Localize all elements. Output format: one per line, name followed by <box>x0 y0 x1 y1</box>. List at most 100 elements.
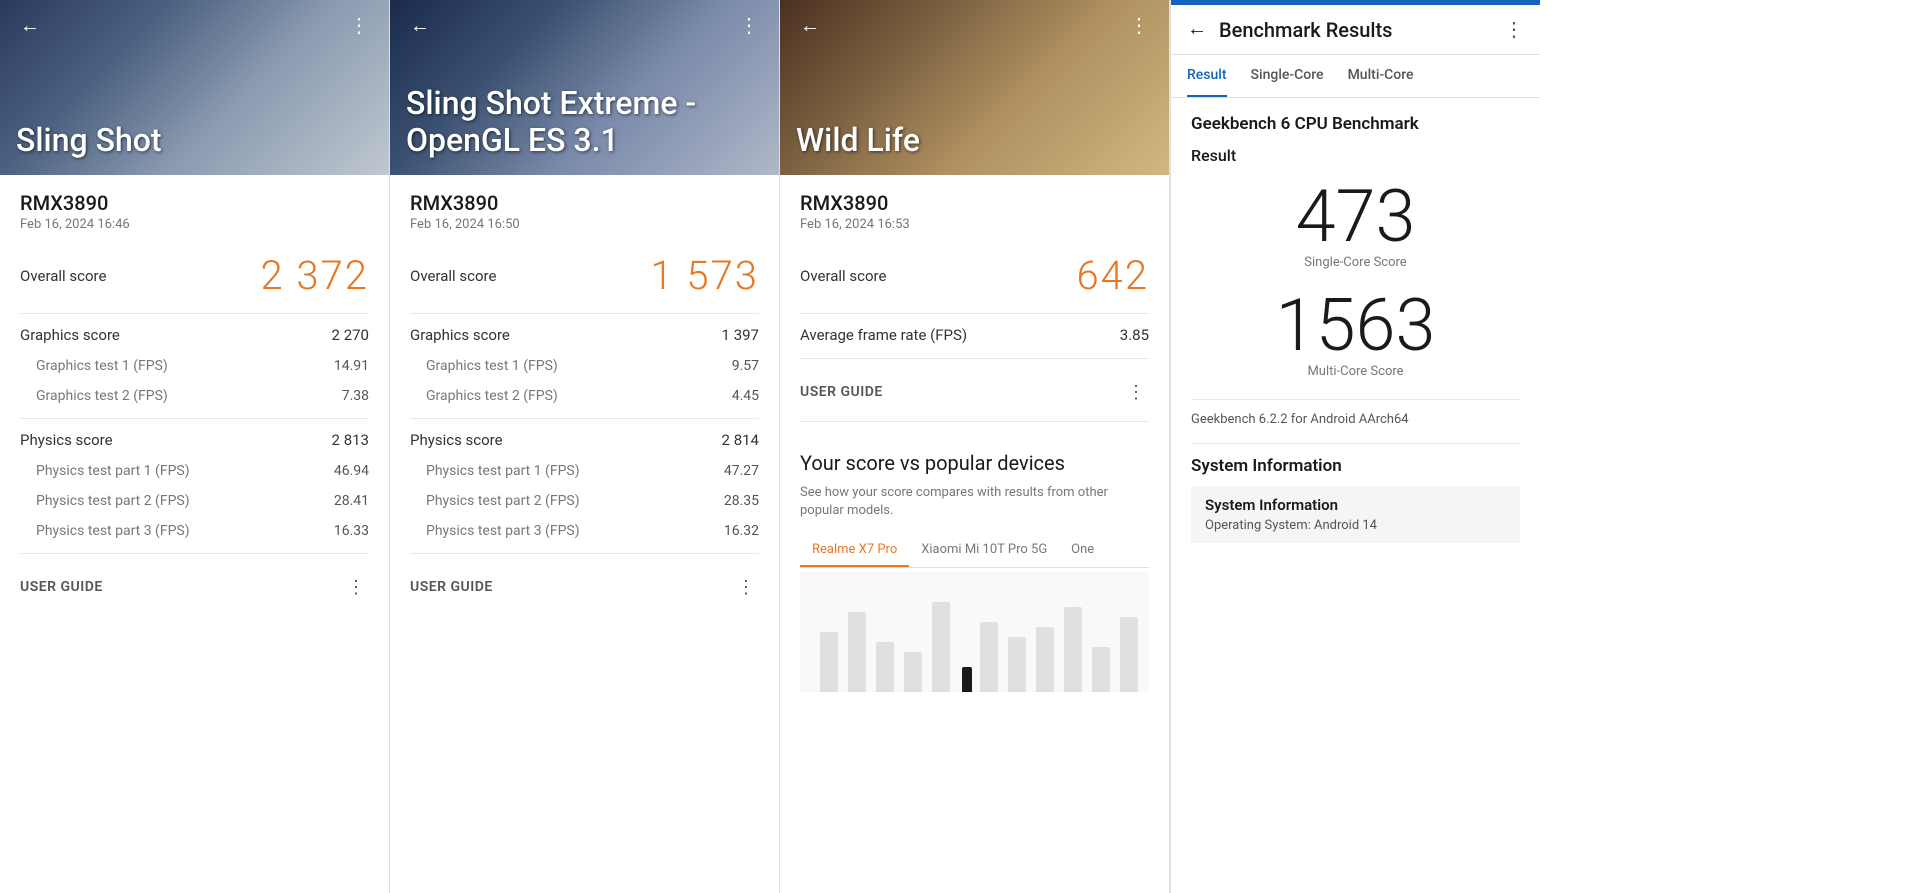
user-guide-label-1[interactable]: USER GUIDE <box>20 579 103 595</box>
pt2-value-2: 28.35 <box>724 493 759 509</box>
graphics-value-2: 1 397 <box>722 326 759 344</box>
physics-value-1: 2 813 <box>332 431 369 449</box>
comparison-section: Your score vs popular devices See how yo… <box>800 434 1149 708</box>
gb-divider-1 <box>1191 399 1520 400</box>
chart-bar-8 <box>1036 627 1054 692</box>
pt1-value-1: 46.94 <box>334 463 369 479</box>
panel-wild-life: Wild Life ← ⋮ RMX3890 Feb 16, 2024 16:53… <box>780 0 1170 893</box>
gb-system-info: System Information Operating System: And… <box>1191 486 1520 543</box>
divider-2a <box>410 313 759 314</box>
share-button-2[interactable]: ⋮ <box>735 12 763 40</box>
graphics-value-1: 2 270 <box>332 326 369 344</box>
pt3-value-2: 16.32 <box>724 523 759 539</box>
comparison-title: Your score vs popular devices <box>800 450 1149 476</box>
physics-score-row-2: Physics score 2 814 <box>410 431 759 449</box>
gt1-label-2: Graphics test 1 (FPS) <box>410 358 558 374</box>
overall-label-3: Overall score <box>800 267 886 285</box>
divider-1a <box>20 313 369 314</box>
panel-geekbench: ← Benchmark Results ⋮ Result Single-Core… <box>1170 0 1540 893</box>
gb-multi-score: 1563 <box>1191 290 1520 362</box>
share-icon-3[interactable]: ⋮ <box>1123 379 1149 405</box>
fps-label-3: Average frame rate (FPS) <box>800 326 967 344</box>
physics-label-2: Physics score <box>410 431 503 449</box>
gb-system-label: System Information <box>1205 496 1506 514</box>
gb-system-section-title: System Information <box>1191 456 1520 476</box>
panel-sling-shot: Sling Shot ← ⋮ RMX3890 Feb 16, 2024 16:4… <box>0 0 390 893</box>
panel-body-3: RMX3890 Feb 16, 2024 16:53 Overall score… <box>780 175 1169 893</box>
pt1-row-2: Physics test part 1 (FPS) 47.27 <box>410 463 759 479</box>
pt1-label-1: Physics test part 1 (FPS) <box>20 463 190 479</box>
physics-label-1: Physics score <box>20 431 113 449</box>
gt2-label-2: Graphics test 2 (FPS) <box>410 388 558 404</box>
geekbench-nav: ← Benchmark Results ⋮ <box>1171 5 1540 55</box>
gb-tab-single-core[interactable]: Single-Core <box>1251 55 1324 97</box>
geekbench-back-button[interactable]: ← <box>1187 18 1207 41</box>
physics-value-2: 2 814 <box>722 431 759 449</box>
panel-title-2: Sling Shot Extreme - OpenGL ES 3.1 <box>406 85 763 159</box>
pt2-row-1: Physics test part 2 (FPS) 28.41 <box>20 493 369 509</box>
user-guide-row-3: USER GUIDE ⋮ <box>800 371 1149 413</box>
pt1-label-2: Physics test part 1 (FPS) <box>410 463 580 479</box>
chart-bar-10 <box>1092 647 1110 692</box>
gt2-value-2: 4.45 <box>732 388 759 404</box>
chart-bar-1 <box>820 632 838 692</box>
share-button-3[interactable]: ⋮ <box>1125 12 1153 40</box>
user-guide-label-2[interactable]: USER GUIDE <box>410 579 493 595</box>
comparison-tab-3[interactable]: One <box>1059 534 1106 567</box>
physics-score-row-1: Physics score 2 813 <box>20 431 369 449</box>
gt2-value-1: 7.38 <box>342 388 369 404</box>
comparison-tabs: Realme X7 Pro Xiaomi Mi 10T Pro 5G One <box>800 534 1149 568</box>
pt1-value-2: 47.27 <box>724 463 759 479</box>
device-date-1: Feb 16, 2024 16:46 <box>20 217 369 232</box>
overall-value-3: 642 <box>1076 252 1149 299</box>
graphics-label-1: Graphics score <box>20 326 120 344</box>
device-date-2: Feb 16, 2024 16:50 <box>410 217 759 232</box>
chart-bar-2 <box>848 612 866 692</box>
graphics-label-2: Graphics score <box>410 326 510 344</box>
back-button-2[interactable]: ← <box>406 12 434 40</box>
overall-score-row-3: Overall score 642 <box>800 252 1149 299</box>
overall-label-2: Overall score <box>410 267 496 285</box>
back-button-3[interactable]: ← <box>796 12 824 40</box>
panel-header-2: Sling Shot Extreme - OpenGL ES 3.1 ← ⋮ <box>390 0 779 175</box>
share-button-1[interactable]: ⋮ <box>345 12 373 40</box>
device-date-3: Feb 16, 2024 16:53 <box>800 217 1149 232</box>
user-guide-row-2: USER GUIDE ⋮ <box>410 566 759 608</box>
device-name-1: RMX3890 <box>20 191 369 215</box>
overall-value-1: 2 372 <box>261 252 370 299</box>
comparison-tab-2[interactable]: Xiaomi Mi 10T Pro 5G <box>909 534 1059 567</box>
panel-sling-shot-extreme: Sling Shot Extreme - OpenGL ES 3.1 ← ⋮ R… <box>390 0 780 893</box>
chart-bar-3 <box>876 642 894 692</box>
comparison-tab-1[interactable]: Realme X7 Pro <box>800 534 909 567</box>
gt2-label-1: Graphics test 2 (FPS) <box>20 388 168 404</box>
overall-score-row-1: Overall score 2 372 <box>20 252 369 299</box>
chart-bar-9 <box>1064 607 1082 692</box>
gb-subsection: Result <box>1191 146 1520 165</box>
gt2-row-1: Graphics test 2 (FPS) 7.38 <box>20 388 369 404</box>
gt1-row-2: Graphics test 1 (FPS) 9.57 <box>410 358 759 374</box>
back-button-1[interactable]: ← <box>16 12 44 40</box>
gt1-label-1: Graphics test 1 (FPS) <box>20 358 168 374</box>
overall-score-row-2: Overall score 1 573 <box>410 252 759 299</box>
panel-title-1: Sling Shot <box>16 122 162 159</box>
gt1-value-2: 9.57 <box>732 358 759 374</box>
user-guide-label-3[interactable]: USER GUIDE <box>800 384 883 400</box>
gb-divider-2 <box>1191 443 1520 444</box>
geekbench-title: Benchmark Results <box>1219 18 1492 42</box>
fps-label-text: Average frame rate (FPS) <box>800 326 967 344</box>
gb-version: Geekbench 6.2.2 for Android AArch64 <box>1191 412 1520 427</box>
geekbench-menu-button[interactable]: ⋮ <box>1504 17 1524 42</box>
divider-2b <box>410 418 759 419</box>
divider-3a <box>800 313 1149 314</box>
fps-row-3: Average frame rate (FPS) 3.85 <box>800 326 1149 344</box>
gb-multi-label: Multi-Core Score <box>1191 364 1520 379</box>
device-name-2: RMX3890 <box>410 191 759 215</box>
gb-tab-multi-core[interactable]: Multi-Core <box>1348 55 1414 97</box>
chart-bar-6 <box>980 622 998 692</box>
share-icon-2[interactable]: ⋮ <box>733 574 759 600</box>
share-icon-1[interactable]: ⋮ <box>343 574 369 600</box>
comparison-sub: See how your score compares with results… <box>800 484 1149 520</box>
overall-value-2: 1 573 <box>651 252 760 299</box>
gb-tab-result[interactable]: Result <box>1187 55 1227 97</box>
geekbench-tabs: Result Single-Core Multi-Core <box>1171 55 1540 98</box>
